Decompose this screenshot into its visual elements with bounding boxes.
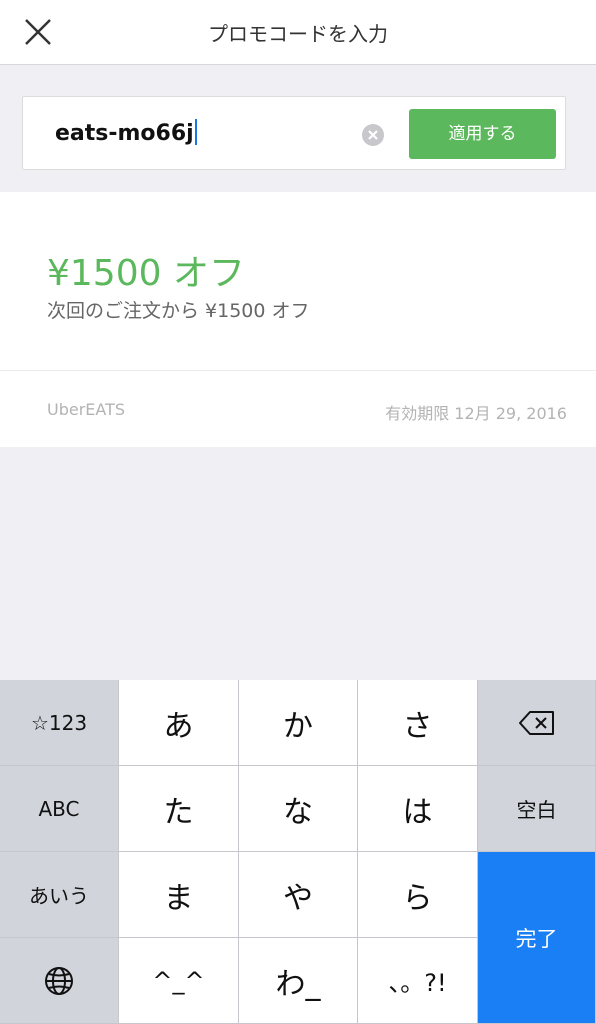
key-ma[interactable]: ま [119,852,239,938]
key-a[interactable]: あ [119,680,239,766]
key-abc[interactable]: ABC [0,766,119,852]
clear-icon [368,130,378,140]
globe-icon [45,966,73,995]
key-space[interactable]: 空白 [478,766,596,852]
header-bar: プロモコードを入力 [0,0,596,65]
clear-input-button[interactable] [362,124,384,146]
promo-expiry: 有効期限 12月 29, 2016 [385,404,567,423]
key-ya[interactable]: や [239,852,358,938]
key-wa[interactable]: わ_ [239,938,358,1024]
key-emoticon[interactable]: ^_^ [119,938,239,1024]
promo-brand: UberEATS [47,400,126,419]
promo-code-input[interactable]: eats-mo66j [55,119,197,146]
key-na[interactable]: な [239,766,358,852]
promo-code-field[interactable]: eats-mo66j 適用する [22,96,566,170]
key-globe[interactable] [0,938,119,1024]
key-backspace[interactable] [478,680,596,766]
apply-button[interactable]: 適用する [409,109,556,159]
divider [0,370,596,371]
promo-amount: ¥1500 オフ [47,253,245,294]
key-aiu[interactable]: あいう [0,852,119,938]
key-numbers[interactable]: ☆123 [0,680,119,766]
promo-code-value: eats-mo66j [55,121,194,146]
key-ra[interactable]: ら [358,852,478,938]
key-ka[interactable]: か [239,680,358,766]
promo-card: ¥1500 オフ 次回のご注文から ¥1500 オフ UberEATS 有効期限… [0,192,596,447]
promo-description: 次回のご注文から ¥1500 オフ [47,300,310,322]
text-caret [194,119,197,145]
key-sa[interactable]: さ [358,680,478,766]
keyboard: ☆123 ABC あいう あ か さ た な は ま や ら ^_^ わ_ 、。… [0,680,596,1024]
key-done[interactable]: 完了 [478,852,596,1024]
backspace-icon [518,710,554,735]
key-ha[interactable]: は [358,766,478,852]
page-title: プロモコードを入力 [208,22,388,46]
key-punctuation[interactable]: 、。?! [358,938,478,1024]
key-ta[interactable]: た [119,766,239,852]
